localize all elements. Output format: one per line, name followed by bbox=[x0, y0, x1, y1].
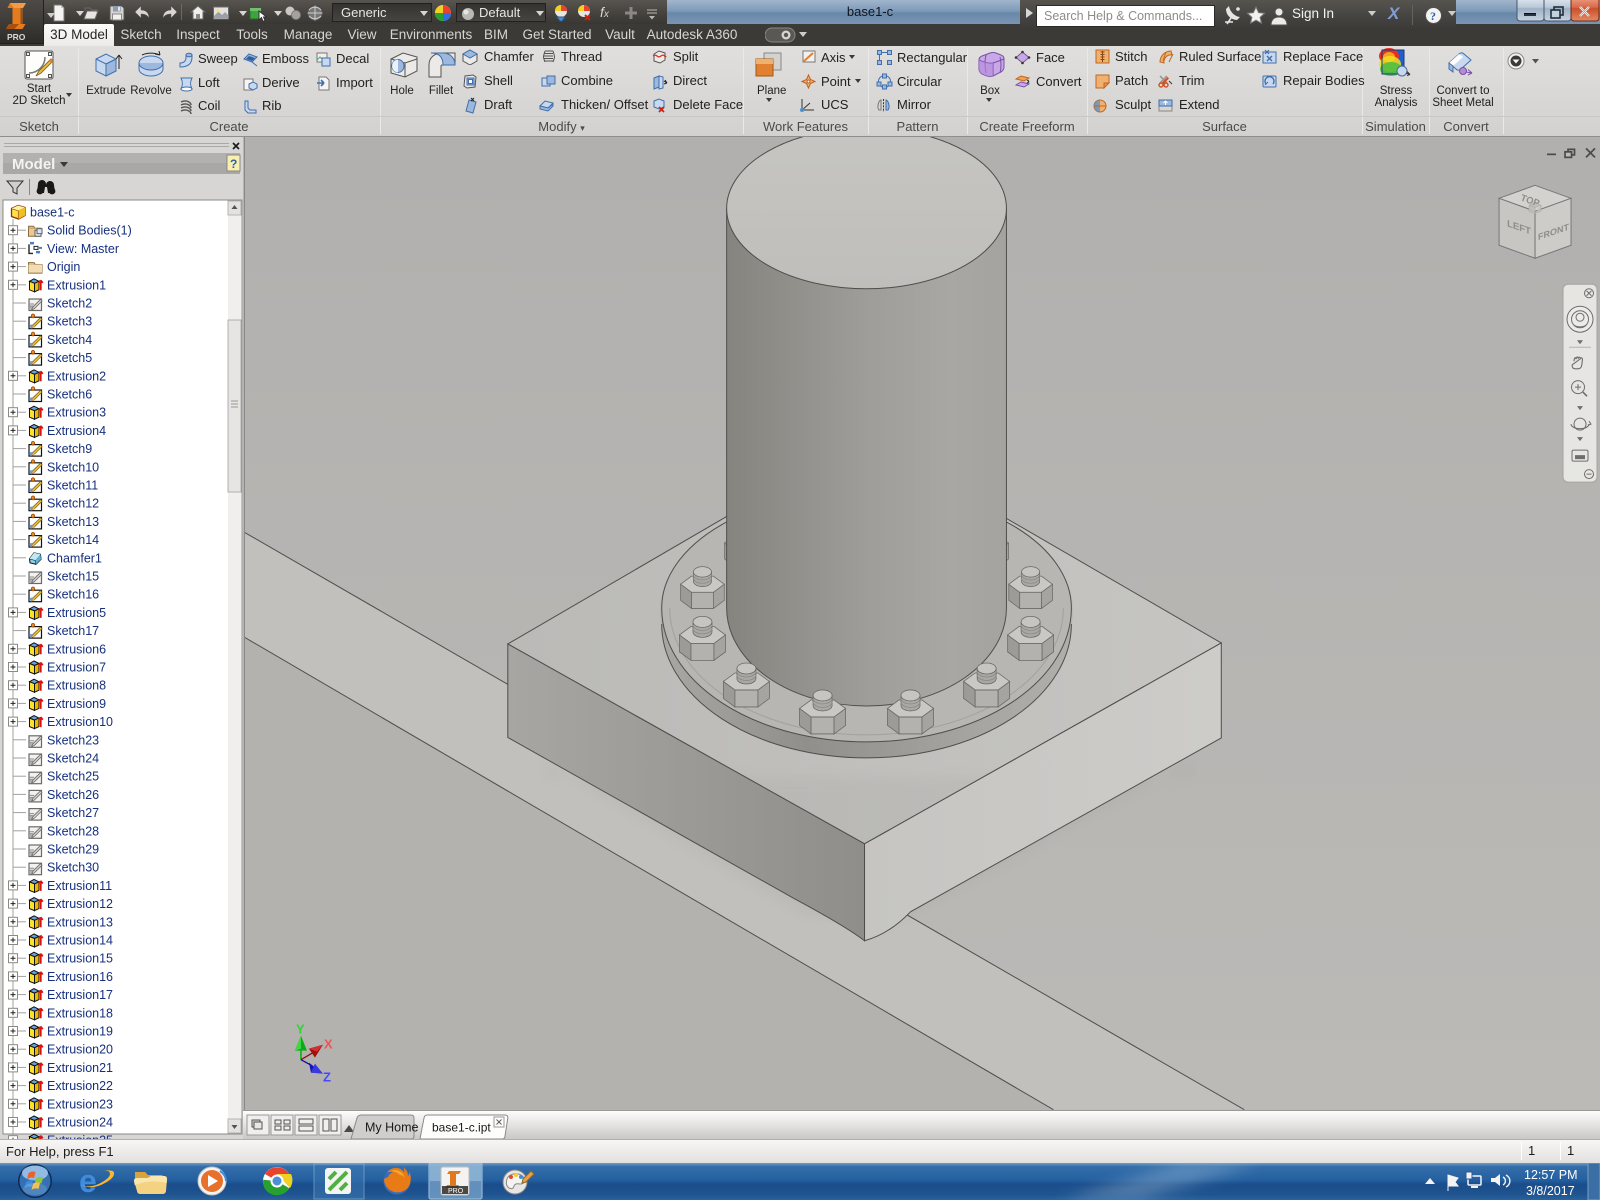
svg-text:Y: Y bbox=[296, 1022, 305, 1037]
svg-text:3/8/2017: 3/8/2017 bbox=[1526, 1184, 1575, 1198]
svg-text:Sketch13: Sketch13 bbox=[47, 515, 99, 529]
svg-text:Sketch27: Sketch27 bbox=[47, 806, 99, 820]
svg-text:Sketch5: Sketch5 bbox=[47, 351, 92, 365]
svg-text:?: ? bbox=[230, 157, 237, 171]
svg-text:Extrusion3: Extrusion3 bbox=[47, 406, 106, 420]
svg-text:Extrusion4: Extrusion4 bbox=[47, 424, 106, 438]
svg-text:Extrusion16: Extrusion16 bbox=[47, 970, 113, 984]
svg-text:Sketch4: Sketch4 bbox=[47, 333, 92, 347]
svg-text:Sketch25: Sketch25 bbox=[47, 770, 99, 784]
svg-text:Extrusion17: Extrusion17 bbox=[47, 988, 113, 1002]
svg-text:PRO: PRO bbox=[7, 32, 26, 42]
svg-text:Sketch26: Sketch26 bbox=[47, 788, 99, 802]
svg-text:Sketch24: Sketch24 bbox=[47, 752, 99, 766]
svg-text:My Home: My Home bbox=[365, 1121, 419, 1135]
svg-text:12:57 PM: 12:57 PM bbox=[1524, 1168, 1578, 1182]
svg-text:Sketch28: Sketch28 bbox=[47, 824, 99, 838]
svg-text:Chamfer1: Chamfer1 bbox=[47, 551, 102, 565]
svg-text:Extrusion24: Extrusion24 bbox=[47, 1116, 113, 1130]
svg-text:Sketch16: Sketch16 bbox=[47, 588, 99, 602]
svg-text:Sketch6: Sketch6 bbox=[47, 388, 92, 402]
svg-text:Origin: Origin bbox=[47, 260, 80, 274]
svg-text:Sketch2: Sketch2 bbox=[47, 297, 92, 311]
svg-text:Extrusion22: Extrusion22 bbox=[47, 1079, 113, 1093]
svg-text:base1-c: base1-c bbox=[30, 206, 74, 220]
svg-text:Extrusion21: Extrusion21 bbox=[47, 1061, 113, 1075]
svg-text:base1-c.ipt: base1-c.ipt bbox=[432, 1121, 491, 1135]
svg-text:Extrusion9: Extrusion9 bbox=[47, 697, 106, 711]
svg-text:Extrusion15: Extrusion15 bbox=[47, 952, 113, 966]
svg-text:Extrusion1: Extrusion1 bbox=[47, 278, 106, 292]
svg-text:Extrusion7: Extrusion7 bbox=[47, 661, 106, 675]
svg-text:Extrusion12: Extrusion12 bbox=[47, 897, 113, 911]
svg-text:Sketch23: Sketch23 bbox=[47, 733, 99, 747]
svg-text:Sketch3: Sketch3 bbox=[47, 315, 92, 329]
svg-text:Extrusion13: Extrusion13 bbox=[47, 915, 113, 929]
svg-text:Sketch14: Sketch14 bbox=[47, 533, 99, 547]
svg-text:Sketch9: Sketch9 bbox=[47, 442, 92, 456]
svg-text:Extrusion18: Extrusion18 bbox=[47, 1006, 113, 1020]
svg-text:Extrusion6: Extrusion6 bbox=[47, 642, 106, 656]
svg-text:?: ? bbox=[1430, 9, 1436, 23]
svg-text:Sketch10: Sketch10 bbox=[47, 460, 99, 474]
svg-text:Extrusion23: Extrusion23 bbox=[47, 1097, 113, 1111]
svg-text:Extrusion10: Extrusion10 bbox=[47, 715, 113, 729]
svg-text:X: X bbox=[324, 1037, 333, 1052]
svg-text:Extrusion8: Extrusion8 bbox=[47, 679, 106, 693]
svg-text:Extrusion14: Extrusion14 bbox=[47, 934, 113, 948]
svg-text:e: e bbox=[79, 1163, 97, 1199]
svg-text:Extrusion19: Extrusion19 bbox=[47, 1025, 113, 1039]
svg-text:Sketch15: Sketch15 bbox=[47, 570, 99, 584]
svg-text:Extrusion20: Extrusion20 bbox=[47, 1043, 113, 1057]
svg-text:Z: Z bbox=[323, 1070, 331, 1085]
svg-text:PRO: PRO bbox=[448, 1188, 464, 1195]
svg-text:Extrusion2: Extrusion2 bbox=[47, 369, 106, 383]
svg-text:Sketch29: Sketch29 bbox=[47, 843, 99, 857]
svg-text:View: Master: View: Master bbox=[47, 242, 119, 256]
svg-text:Model: Model bbox=[12, 156, 55, 173]
svg-text:Sketch11: Sketch11 bbox=[47, 479, 98, 493]
svg-text:Extrusion5: Extrusion5 bbox=[47, 606, 106, 620]
svg-text:Sketch12: Sketch12 bbox=[47, 497, 99, 511]
svg-text:Solid Bodies(1): Solid Bodies(1) bbox=[47, 224, 132, 238]
svg-text:Sketch17: Sketch17 bbox=[47, 624, 99, 638]
svg-text:Sketch30: Sketch30 bbox=[47, 861, 99, 875]
svg-text:Extrusion11: Extrusion11 bbox=[47, 879, 112, 893]
